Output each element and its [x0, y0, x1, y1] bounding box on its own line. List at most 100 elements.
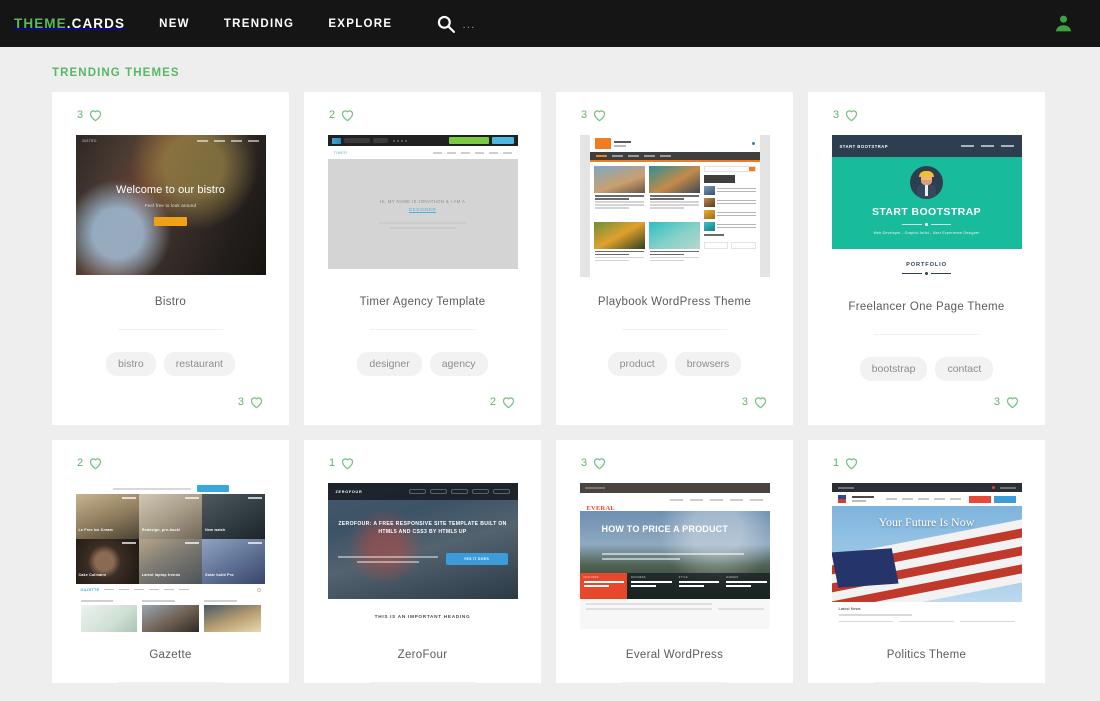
preview-gazette: Le Free Ice Cream Redesign, pre-book! Ne…: [75, 483, 266, 633]
preview-heading: START BOOTSTRAP: [871, 206, 982, 218]
card-title: Gazette: [149, 649, 192, 661]
preview-brand: BISTRO: [82, 139, 97, 143]
like-count: 2: [77, 457, 84, 469]
tag-pill[interactable]: bistro: [106, 352, 156, 376]
preview-playbook: [579, 135, 770, 277]
theme-preview-thumbnail[interactable]: [579, 135, 770, 280]
heart-icon[interactable]: [844, 108, 859, 122]
tag-pill[interactable]: contact: [935, 357, 994, 381]
heart-icon[interactable]: [592, 456, 607, 470]
search-area[interactable]: [436, 14, 583, 34]
like-counter-bottom[interactable]: 2: [490, 393, 541, 411]
preview-hero: Welcome to our bistro Feel free to look …: [76, 184, 266, 226]
preview-subheading: Web Developer - Graphic Artist - User Ex…: [873, 231, 980, 235]
tag-pill[interactable]: browsers: [674, 352, 742, 376]
heart-icon[interactable]: [340, 108, 355, 122]
heart-icon[interactable]: [88, 108, 103, 122]
like-count: 3: [77, 109, 84, 121]
nav-links: NEW TRENDING EXPLORE: [159, 18, 426, 30]
card-title: Playbook WordPress Theme: [597, 296, 752, 308]
like-counter-bottom[interactable]: 3: [994, 393, 1045, 411]
card-title: Freelancer One Page Theme: [848, 301, 1005, 313]
heart-icon[interactable]: [501, 395, 516, 409]
like-counter-top[interactable]: 3: [556, 106, 793, 124]
section-title: TRENDING THEMES: [52, 67, 180, 79]
heart-icon[interactable]: [592, 108, 607, 122]
preview-politics: Your Future Is Now Latest News: [831, 483, 1022, 631]
theme-card[interactable]: 3 BISTRO Welcome to our bistro Feel free…: [52, 92, 289, 425]
nav-item-explore[interactable]: EXPLORE: [328, 18, 392, 30]
heart-icon[interactable]: [753, 395, 768, 409]
heart-icon[interactable]: [340, 456, 355, 470]
theme-card[interactable]: 3 Playbook WordPress Theme product brows…: [556, 92, 793, 425]
heart-icon[interactable]: [88, 456, 103, 470]
search-icon[interactable]: [436, 14, 456, 34]
like-counter-bottom[interactable]: 3: [238, 393, 289, 411]
like-count: 3: [237, 396, 244, 408]
theme-preview-thumbnail[interactable]: Le Free Ice Cream Redesign, pre-book! Ne…: [75, 483, 266, 633]
theme-preview-thumbnail[interactable]: Your Future Is Now Latest News: [831, 483, 1022, 633]
logo-secondary-text: .CARDS: [66, 16, 126, 31]
preview-nav: [196, 140, 259, 142]
nav-item-new[interactable]: NEW: [159, 18, 190, 30]
preview-heading: HOW TO PRICE A PRODUCT: [601, 524, 729, 534]
tag-pill[interactable]: restaurant: [163, 352, 235, 376]
card-title: Everal WordPress: [625, 649, 724, 661]
preview-everal: EVERAL HOW TO PRICE A PRODUCT FEATURED B…: [579, 483, 770, 631]
theme-card[interactable]: 2 Le Free Ice Cream Redesign, pre-book! …: [52, 440, 289, 683]
theme-preview-thumbnail[interactable]: EVERAL HOW TO PRICE A PRODUCT FEATURED B…: [579, 483, 770, 633]
preview-tile-label: Redesign, pre-book!: [141, 528, 181, 532]
heart-icon[interactable]: [1005, 395, 1020, 409]
card-divider: [622, 329, 727, 330]
preview-site-nav: TIMER: [327, 146, 518, 159]
site-logo[interactable]: THEME.CARDS: [14, 16, 125, 31]
card-title: Politics Theme: [886, 649, 967, 661]
tag-pill[interactable]: product: [607, 352, 667, 376]
preview-timer-agency: TIMER HI, MY NAME IS JONATHON & I AM A D…: [327, 135, 518, 280]
like-counter-top[interactable]: 3: [808, 106, 1045, 124]
like-count: 3: [741, 396, 748, 408]
preview-tile-label: Latest laptop trends: [141, 573, 181, 577]
like-counter-top[interactable]: 3: [556, 454, 793, 472]
theme-card[interactable]: 2 TIMER HI, MY NAME IS JONATHON & I AM A…: [304, 92, 541, 425]
heart-icon[interactable]: [844, 456, 859, 470]
preview-section-title: PORTFOLIO: [906, 262, 947, 268]
preview-brand: TIMER: [333, 150, 348, 155]
theme-preview-thumbnail[interactable]: START BOOTSTRAP START BOOTSTRAP Web Deve…: [831, 135, 1022, 285]
card-divider: [874, 334, 979, 335]
heart-icon[interactable]: [249, 395, 264, 409]
preview-tile-label: New watch: [205, 528, 226, 532]
preview-footer-heading: THIS IS AN IMPORTANT HEADING: [374, 613, 471, 619]
account-person-icon[interactable]: [1053, 13, 1074, 34]
theme-card[interactable]: 1 ZEROFOUR ZEROFOUR: A FREE RESPONSIVE S…: [304, 440, 541, 683]
like-count: 3: [581, 109, 588, 121]
top-navbar: THEME.CARDS NEW TRENDING EXPLORE: [0, 0, 1100, 47]
theme-preview-thumbnail[interactable]: ZEROFOUR ZEROFOUR: A FREE RESPONSIVE SIT…: [327, 483, 518, 633]
tag-pill[interactable]: designer: [357, 352, 422, 376]
tag-pill[interactable]: bootstrap: [859, 357, 928, 381]
like-counter-top[interactable]: 2: [52, 454, 289, 472]
card-divider: [622, 682, 727, 683]
theme-preview-thumbnail[interactable]: TIMER HI, MY NAME IS JONATHON & I AM A D…: [327, 135, 518, 280]
preview-heading: ZEROFOUR: A FREE RESPONSIVE SITE TEMPLAT…: [338, 521, 507, 535]
preview-topbar: BISTRO: [76, 135, 266, 147]
like-counter-top[interactable]: 1: [808, 454, 1045, 472]
preview-avatar: [910, 166, 943, 199]
like-counter-top[interactable]: 1: [304, 454, 541, 472]
logo-primary-text: THEME: [14, 16, 67, 31]
preview-brand: START BOOTSTRAP: [839, 143, 889, 149]
search-input[interactable]: [462, 16, 583, 31]
theme-card[interactable]: 3 EVERAL HOW TO PRICE A PRODUCT FEATURED…: [556, 440, 793, 683]
like-counter-top[interactable]: 2: [304, 106, 541, 124]
theme-card[interactable]: 3 START BOOTSTRAP START BOOTSTRAP Web De…: [808, 92, 1045, 425]
like-counter-bottom[interactable]: 3: [742, 393, 793, 411]
preview-cta-button: [154, 217, 187, 226]
tag-pill[interactable]: agency: [429, 352, 488, 376]
like-count: 2: [489, 396, 496, 408]
theme-preview-thumbnail[interactable]: BISTRO Welcome to our bistro Feel free t…: [75, 135, 266, 280]
theme-card[interactable]: 1 Your Future Is Now Latest News Politic…: [808, 440, 1045, 683]
preview-cta-button: YES IT DOES: [445, 553, 508, 565]
like-counter-top[interactable]: 3: [52, 106, 289, 124]
preview-brand: GAZETTE: [80, 587, 100, 592]
nav-item-trending[interactable]: TRENDING: [224, 18, 294, 30]
